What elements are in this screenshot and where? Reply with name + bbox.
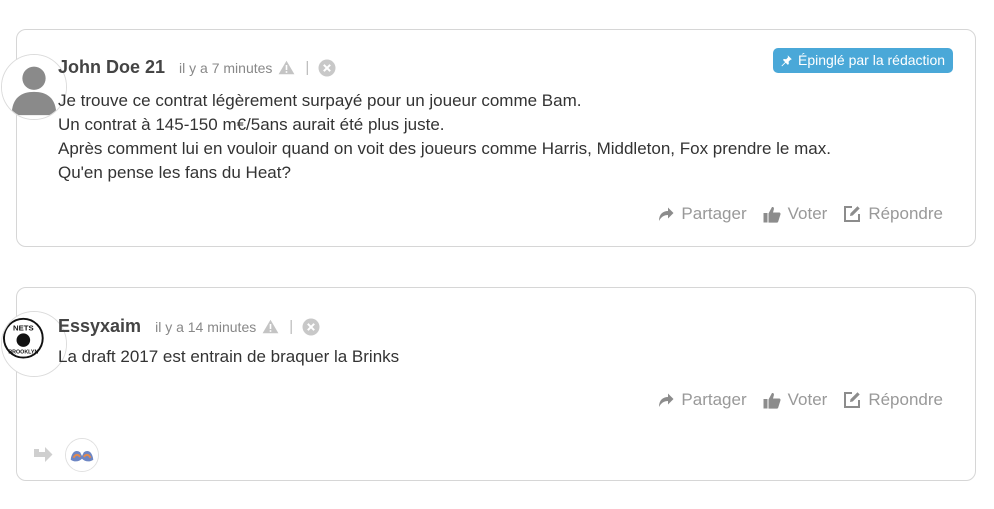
author-name[interactable]: John Doe 21 (58, 57, 165, 78)
edit-icon (844, 206, 861, 222)
edit-icon (844, 392, 861, 408)
pin-icon (781, 55, 792, 67)
warning-icon[interactable] (262, 319, 279, 334)
comment-line: Qu'en pense les fans du Heat? (58, 163, 291, 182)
comment-card: NETS BROOKLYN Essyxaim il y a 14 minutes… (1, 287, 976, 481)
comment-card: Épinglé par la rédaction John Doe 21 il … (1, 29, 976, 247)
comment-line: La draft 2017 est entrain de braquer la … (58, 347, 400, 366)
reply-avatar[interactable] (65, 438, 99, 472)
comment-line: Je trouve ce contrat légèrement surpayé … (58, 91, 582, 110)
default-user-avatar-icon (2, 55, 66, 119)
comment-time: il y a 14 minutes (155, 318, 257, 335)
reply-button[interactable]: Répondre (843, 390, 943, 410)
replies-row (32, 438, 99, 472)
vote-label: Voter (787, 204, 828, 223)
share-arrow-icon (659, 207, 674, 221)
comment-line: Après comment lui en vouloir quand on vo… (58, 139, 831, 158)
share-button[interactable]: Partager (657, 390, 747, 410)
reply-label: Répondre (868, 204, 943, 223)
vote-button[interactable]: Voter (763, 204, 828, 224)
separator: | (289, 318, 294, 335)
logo-text-top: NETS (13, 323, 34, 332)
share-button[interactable]: Partager (657, 204, 747, 224)
comment-time: il y a 7 minutes (179, 59, 273, 76)
user-avatar-icon (66, 439, 98, 471)
thumbs-up-icon (763, 392, 781, 409)
pinned-label: Épinglé par la rédaction (798, 52, 946, 68)
share-label: Partager (681, 204, 747, 223)
vote-button[interactable]: Voter (763, 390, 828, 410)
reply-label: Répondre (868, 390, 943, 409)
warning-icon[interactable] (278, 60, 295, 75)
comment-actions: Partager Voter Répondre (641, 390, 943, 410)
reply-button[interactable]: Répondre (843, 204, 943, 224)
thumbs-up-icon (763, 206, 781, 223)
separator: | (305, 59, 310, 76)
brooklyn-nets-logo-icon: NETS BROOKLYN (2, 312, 66, 376)
logo-text-bottom: BROOKLYN (8, 350, 38, 356)
close-circle-icon[interactable] (302, 318, 320, 336)
vote-label: Voter (787, 390, 828, 409)
comment-line: Un contrat à 145-150 m€/5ans aurait été … (58, 115, 445, 134)
reply-arrow-icon (34, 447, 53, 462)
comment-body: Je trouve ce contrat légèrement surpayé … (58, 89, 955, 185)
author-name[interactable]: Essyxaim (58, 316, 141, 337)
share-label: Partager (681, 390, 747, 409)
share-arrow-icon (659, 393, 674, 407)
comment-header: John Doe 21 il y a 7 minutes | (58, 57, 336, 78)
comment-body: La draft 2017 est entrain de braquer la … (58, 345, 955, 369)
comment-header: Essyxaim il y a 14 minutes | (58, 316, 320, 337)
close-circle-icon[interactable] (318, 59, 336, 77)
pinned-badge: Épinglé par la rédaction (773, 48, 954, 73)
comment-actions: Partager Voter Répondre (641, 204, 943, 224)
